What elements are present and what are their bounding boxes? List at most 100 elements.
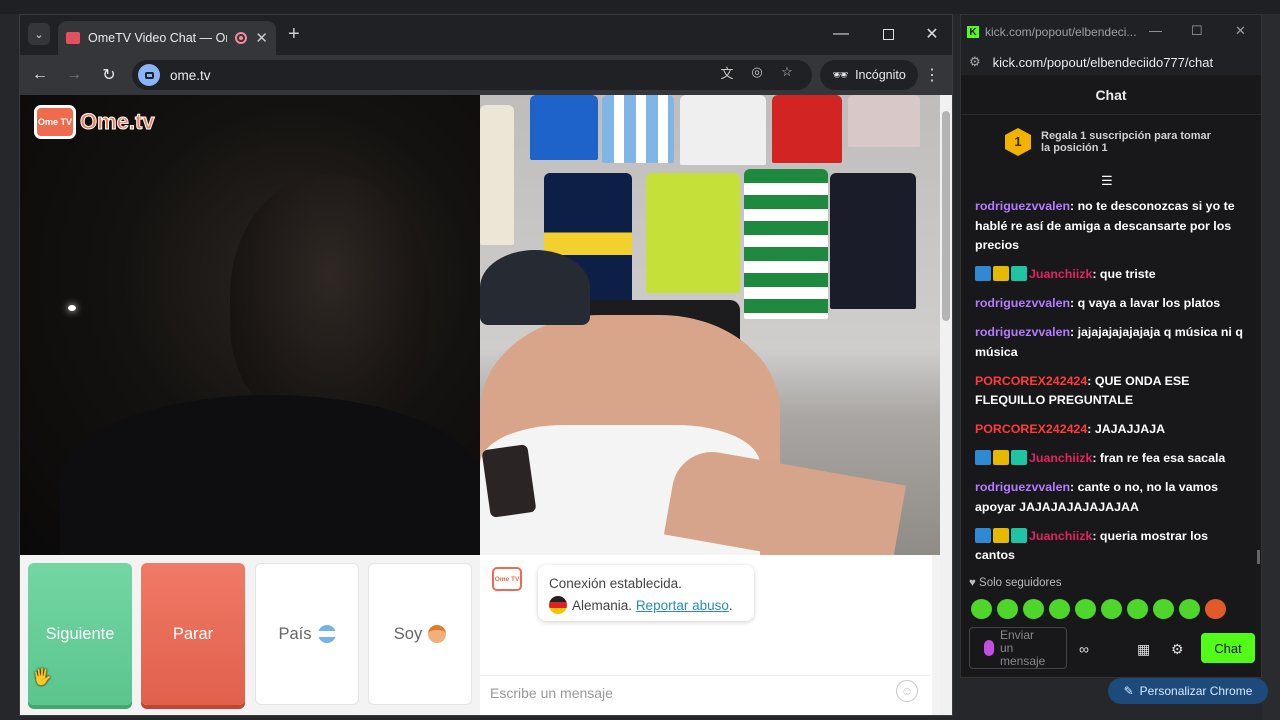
page-scrollbar[interactable] [940, 95, 952, 715]
crown-badge-icon [993, 527, 1009, 543]
kick-chat-window: K kick.com/popout/elbendeci... — ☐ ✕ ⚙ k… [960, 14, 1262, 678]
chat-scrollbar[interactable] [1257, 550, 1260, 564]
emote-icon[interactable] [1075, 599, 1096, 619]
site-settings-icon[interactable]: ⚙ [969, 54, 981, 70]
scrollbar-thumb[interactable] [942, 111, 950, 321]
store-icon[interactable]: ▦ [1137, 641, 1150, 658]
kick-minimize-icon[interactable]: — [1149, 23, 1162, 38]
chat-username[interactable]: PORCOREX242424 [975, 422, 1087, 436]
site-info-icon[interactable] [138, 64, 160, 86]
personalize-chrome-button[interactable]: ✎ Personalizar Chrome [1108, 678, 1268, 704]
reload-icon[interactable]: ↻ [99, 65, 119, 85]
menu-kebab-icon[interactable]: ⋮ [924, 65, 940, 85]
chat-username[interactable]: Juanchiizk [1029, 529, 1092, 543]
emote-icon[interactable] [1101, 599, 1122, 619]
emote-icon[interactable] [1153, 599, 1174, 619]
kick-close-icon[interactable]: ✕ [1235, 23, 1246, 39]
jersey-red-white [848, 95, 920, 147]
ometv-logo[interactable]: Ome TV Ome.tv [34, 105, 155, 139]
tab-ometv[interactable]: OmeTV Video Chat — Ome ✕ [58, 21, 276, 55]
pencil-icon: ✎ [1123, 684, 1134, 698]
chat-username[interactable]: rodriguezvvalen [975, 296, 1070, 310]
incognito-icon: 🕶 [832, 67, 849, 82]
followers-only-label: ♥ Solo seguidores [969, 577, 1062, 589]
kick-maximize-icon[interactable]: ☐ [1191, 23, 1203, 39]
emote-icon[interactable] [997, 599, 1018, 619]
jersey-red [772, 95, 842, 163]
translate-icon[interactable]: 文 [718, 64, 736, 81]
emote-icon[interactable] [1023, 599, 1044, 619]
gift-sub-promo[interactable]: 1 Regala 1 suscripción para tomar la posi… [961, 115, 1261, 169]
jersey-celtic [744, 169, 828, 319]
jersey-blue [530, 95, 598, 160]
forward-icon[interactable]: → [64, 65, 84, 85]
crown-badge-icon [993, 266, 1009, 281]
report-abuse-link[interactable]: Reportar abuso [636, 598, 729, 613]
tool-badge-icon [975, 266, 991, 281]
chat-username[interactable]: Juanchiizk [1029, 451, 1092, 465]
chevron-down-icon[interactable]: ⌄ [28, 23, 50, 45]
kick-message-input[interactable]: Enviar un mensaje [969, 627, 1067, 669]
settings-icon[interactable]: ⚙ [1171, 641, 1184, 658]
chat-message: rodriguezvvalen: q vaya a lavar los plat… [975, 294, 1251, 314]
emoji-icon[interactable]: ☺ [896, 680, 918, 702]
jersey-white [680, 95, 766, 165]
gender-button[interactable]: Soy [368, 563, 472, 705]
emote-icon[interactable] [1205, 599, 1226, 619]
pinned-toggle-icon[interactable]: ☰ [1101, 173, 1113, 189]
emote-icon[interactable] [1179, 599, 1200, 619]
share-icon[interactable]: ∞ [1079, 641, 1089, 657]
ometv-favicon [66, 32, 80, 44]
chat-username[interactable]: rodriguezvvalen [975, 325, 1070, 339]
sub-badge-icon [1011, 450, 1027, 465]
emote-icon[interactable] [1049, 599, 1070, 619]
microphone-icon[interactable] [984, 640, 994, 656]
stop-button[interactable]: Parar [141, 563, 245, 705]
kick-title-bar: K kick.com/popout/elbendeci... [961, 15, 1261, 49]
video-person-cap [480, 250, 590, 325]
emote-icon[interactable] [971, 599, 992, 619]
star-icon[interactable]: ☆ [778, 64, 796, 80]
incognito-indicator[interactable]: 🕶 Incógnito [820, 60, 918, 90]
chat-username[interactable]: PORCOREX242424 [975, 374, 1087, 388]
ometv-chat: Ome TV Conexión establecida. Alemania. R… [480, 555, 932, 715]
ometv-logo-text: Ome.tv [80, 109, 156, 135]
browser-toolbar: ← → ↻ ome.tv 文 ◎ ☆ 🕶 Incógnito ⋮ [20, 55, 952, 95]
chat-username[interactable]: rodriguezvvalen [975, 199, 1070, 213]
sub-badge-icon [1011, 527, 1027, 543]
close-tab-icon[interactable]: ✕ [255, 29, 268, 47]
chat-username[interactable]: Juanchiizk [1029, 267, 1092, 281]
chat-message: rodriguezvvalen: jajajajajajajaja q músi… [975, 323, 1251, 362]
country-button[interactable]: País [255, 563, 359, 705]
message-input[interactable]: Escribe un mensaje [480, 675, 930, 709]
kick-url-bar[interactable]: ⚙ kick.com/popout/elbendeciido777/chat [961, 49, 1261, 75]
desktop-background [1262, 14, 1280, 720]
tool-badge-icon [975, 527, 991, 543]
eye-off-icon[interactable]: ◎ [748, 64, 766, 80]
chat-username[interactable]: rodriguezvvalen [975, 480, 1070, 494]
browser-window: ⌄ OmeTV Video Chat — Ome ✕ + — ✕ ← → ↻ o… [19, 14, 953, 716]
chat-text: : fran re fea esa sacala [1092, 451, 1226, 465]
tab-title: OmeTV Video Chat — Ome [88, 31, 228, 45]
chat-message: rodriguezvvalen: no te desconozcas si yo… [975, 197, 1251, 256]
desktop-top-strip [0, 0, 1280, 14]
new-tab-button[interactable]: + [288, 23, 300, 46]
video-light [68, 305, 76, 311]
chat-header: Chat [961, 75, 1261, 115]
address-bar[interactable]: ome.tv [132, 60, 812, 90]
emote-bar [971, 599, 1226, 619]
report-suffix: . [728, 598, 733, 613]
kick-window-title: kick.com/popout/elbendeci... [985, 25, 1137, 39]
emote-icon[interactable] [1127, 599, 1148, 619]
mouse-cursor-icon: 🖐 [32, 669, 52, 686]
chat-text: : q vaya a lavar los platos [1070, 296, 1221, 310]
country-name: Alemania. [572, 598, 633, 613]
kick-logo-icon: K [967, 26, 979, 38]
send-chat-button[interactable]: Chat [1201, 633, 1255, 663]
close-window-icon[interactable]: ✕ [921, 23, 943, 45]
local-video: Ome TV Ome.tv [20, 95, 480, 565]
back-icon[interactable]: ← [30, 65, 50, 85]
jersey-striped [602, 95, 674, 163]
minimize-icon[interactable]: — [830, 23, 852, 45]
maximize-icon[interactable] [877, 23, 899, 45]
